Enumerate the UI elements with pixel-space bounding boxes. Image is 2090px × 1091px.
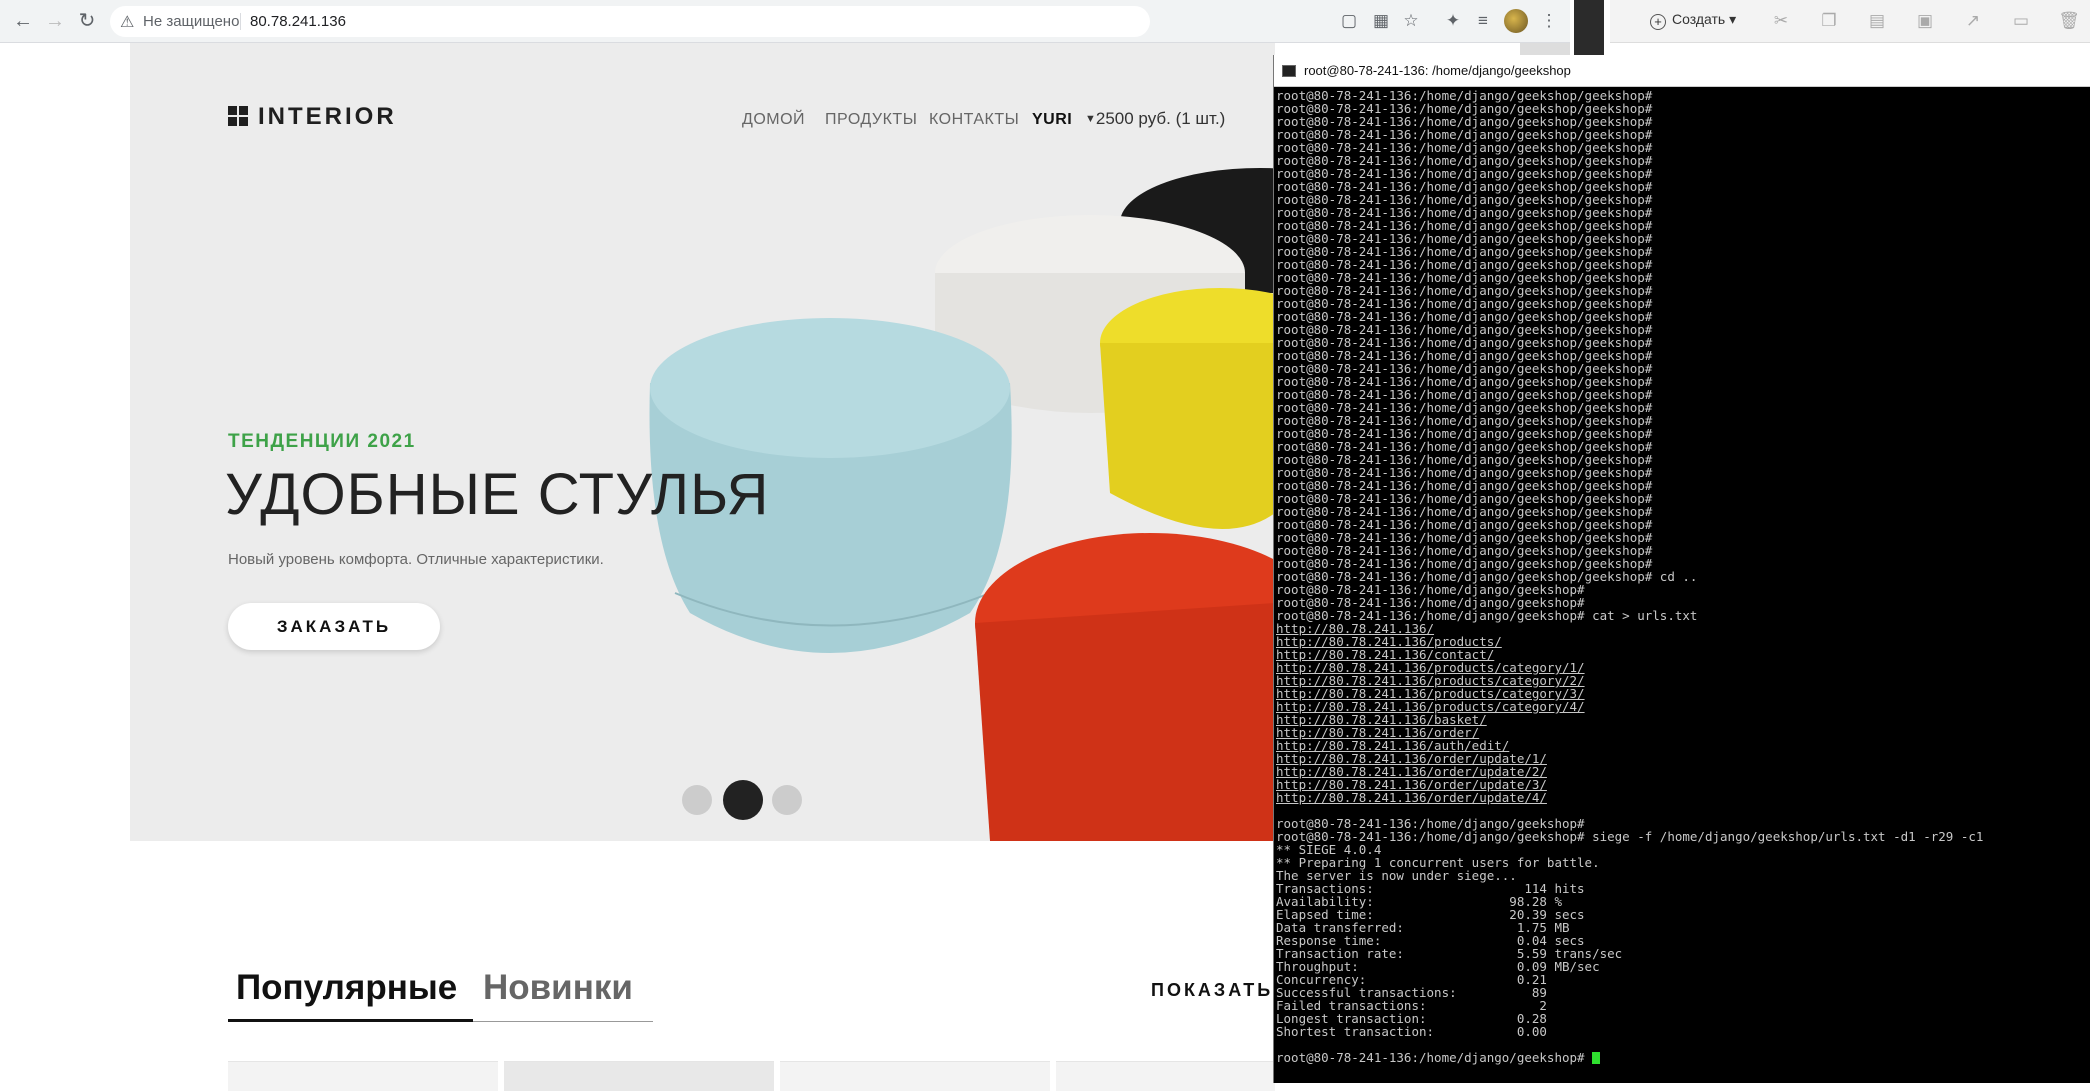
slider-dot-3[interactable] [772,785,802,815]
product-card[interactable] [780,1061,1050,1091]
logo-grid-icon [228,106,248,126]
url-text[interactable]: 80.78.241.136 [250,13,346,30]
terminal-title: root@80-78-241-136: /home/django/geeksho… [1304,63,1571,78]
website-page: INTERIOR ДОМОЙ ПРОДУКТЫ КОНТАКТЫ YURI ▼2… [0,43,1275,1091]
product-card[interactable] [1056,1061,1275,1091]
show-all-link[interactable]: ПОКАЗАТЬ [1151,980,1273,1001]
hero-slider: INTERIOR ДОМОЙ ПРОДУКТЫ КОНТАКТЫ YURI ▼2… [130,43,1275,841]
star-bookmark-icon[interactable]: ☆ [1400,10,1422,32]
cut-icon[interactable]: ✂ [1770,10,1792,32]
reading-list-icon[interactable]: ≡ [1472,10,1494,32]
caret-down-icon: ▼ [1085,113,1096,125]
terminal-prompt[interactable]: root@80-78-241-136:/home/django/geekshop… [1276,1051,2088,1064]
create-label: Создать [1672,11,1726,27]
slider-dot-1[interactable] [682,785,712,815]
menu-home[interactable]: ДОМОЙ [742,111,805,129]
delete-icon[interactable]: 🗑 [2058,10,2080,32]
tab-popular[interactable]: Популярные [236,968,457,1008]
forward-arrow-icon[interactable]: → [42,8,68,34]
reload-icon[interactable]: ↻ [74,8,100,34]
scroll-up-arrow[interactable] [1520,43,1570,55]
product-card[interactable] [504,1061,774,1091]
cast-icon[interactable]: ▢ [1338,10,1360,32]
move-icon[interactable]: ▭ [2010,10,2032,32]
terminal-url-line[interactable]: http://80.78.241.136/order/update/4/ [1276,791,2088,804]
site-logo[interactable]: INTERIOR [228,103,397,131]
product-card[interactable] [228,1061,498,1091]
menu-kebab-icon[interactable]: ⋮ [1538,10,1560,32]
terminal-icon [1282,65,1296,77]
share-icon[interactable]: ↗ [1962,10,1984,32]
address-bar[interactable]: ⚠ Не защищено 80.78.241.136 [110,6,1150,37]
terminal-line: root@80-78-241-136:/home/django/geekshop… [1276,829,1984,844]
hero-title: УДОБНЫЕ СТУЛЬЯ [225,462,770,527]
terminal-output[interactable]: root@80-78-241-136:/home/django/geekshop… [1276,89,2088,1064]
basket-text: 2500 руб. (1 шт.) [1095,109,1226,128]
slider-dot-active[interactable] [723,780,763,820]
menu-products[interactable]: ПРОДУКТЫ [825,111,917,129]
tab-new[interactable]: Новинки [483,968,633,1008]
insecure-label[interactable]: Не защищено [143,13,239,30]
copy-icon[interactable]: ❐ [1818,10,1840,32]
order-button[interactable]: ЗАКАЗАТЬ [228,603,440,650]
basket-summary[interactable]: ▼2500 руб. (1 шт.) [1085,109,1225,129]
rename-icon[interactable]: ▣ [1914,10,1936,32]
office-toolbar: + Создать ▾ ✂ ❐ ▤ ▣ ↗ ▭ 🗑 [1610,0,2090,43]
qr-code-icon[interactable]: ▦ [1370,10,1392,32]
active-tab-underline [228,1019,473,1022]
hero-trend-label: ТЕНДЕНЦИИ 2021 [228,431,416,452]
menu-contacts[interactable]: КОНТАКТЫ [929,111,1019,129]
warning-icon[interactable]: ⚠ [120,12,138,31]
back-arrow-icon[interactable]: ← [10,8,36,34]
create-button[interactable]: + Создать ▾ [1650,11,1736,30]
prompt-text: root@80-78-241-136:/home/django/geekshop… [1276,1050,1593,1065]
divider [240,13,241,30]
extensions-puzzle-icon[interactable]: ✦ [1442,10,1464,32]
profile-avatar[interactable] [1504,9,1528,33]
hero-subtitle: Новый уровень комфорта. Отличные характе… [228,551,604,568]
terminal-window[interactable]: root@80-78-241-136: /home/django/geeksho… [1273,55,2090,1083]
background-window-strip [1574,0,1604,60]
plus-icon: + [1650,14,1666,30]
paste-icon[interactable]: ▤ [1866,10,1888,32]
terminal-titlebar[interactable]: root@80-78-241-136: /home/django/geeksho… [1274,55,2090,87]
menu-user[interactable]: YURI [1032,111,1072,129]
logo-text: INTERIOR [258,103,397,130]
terminal-line: Shortest transaction: 0.00 [1276,1024,1547,1039]
terminal-cursor [1592,1052,1601,1064]
browser-toolbar: ← → ↻ ⚠ Не защищено 80.78.241.136 ▢ ▦ ☆ … [0,0,1570,43]
